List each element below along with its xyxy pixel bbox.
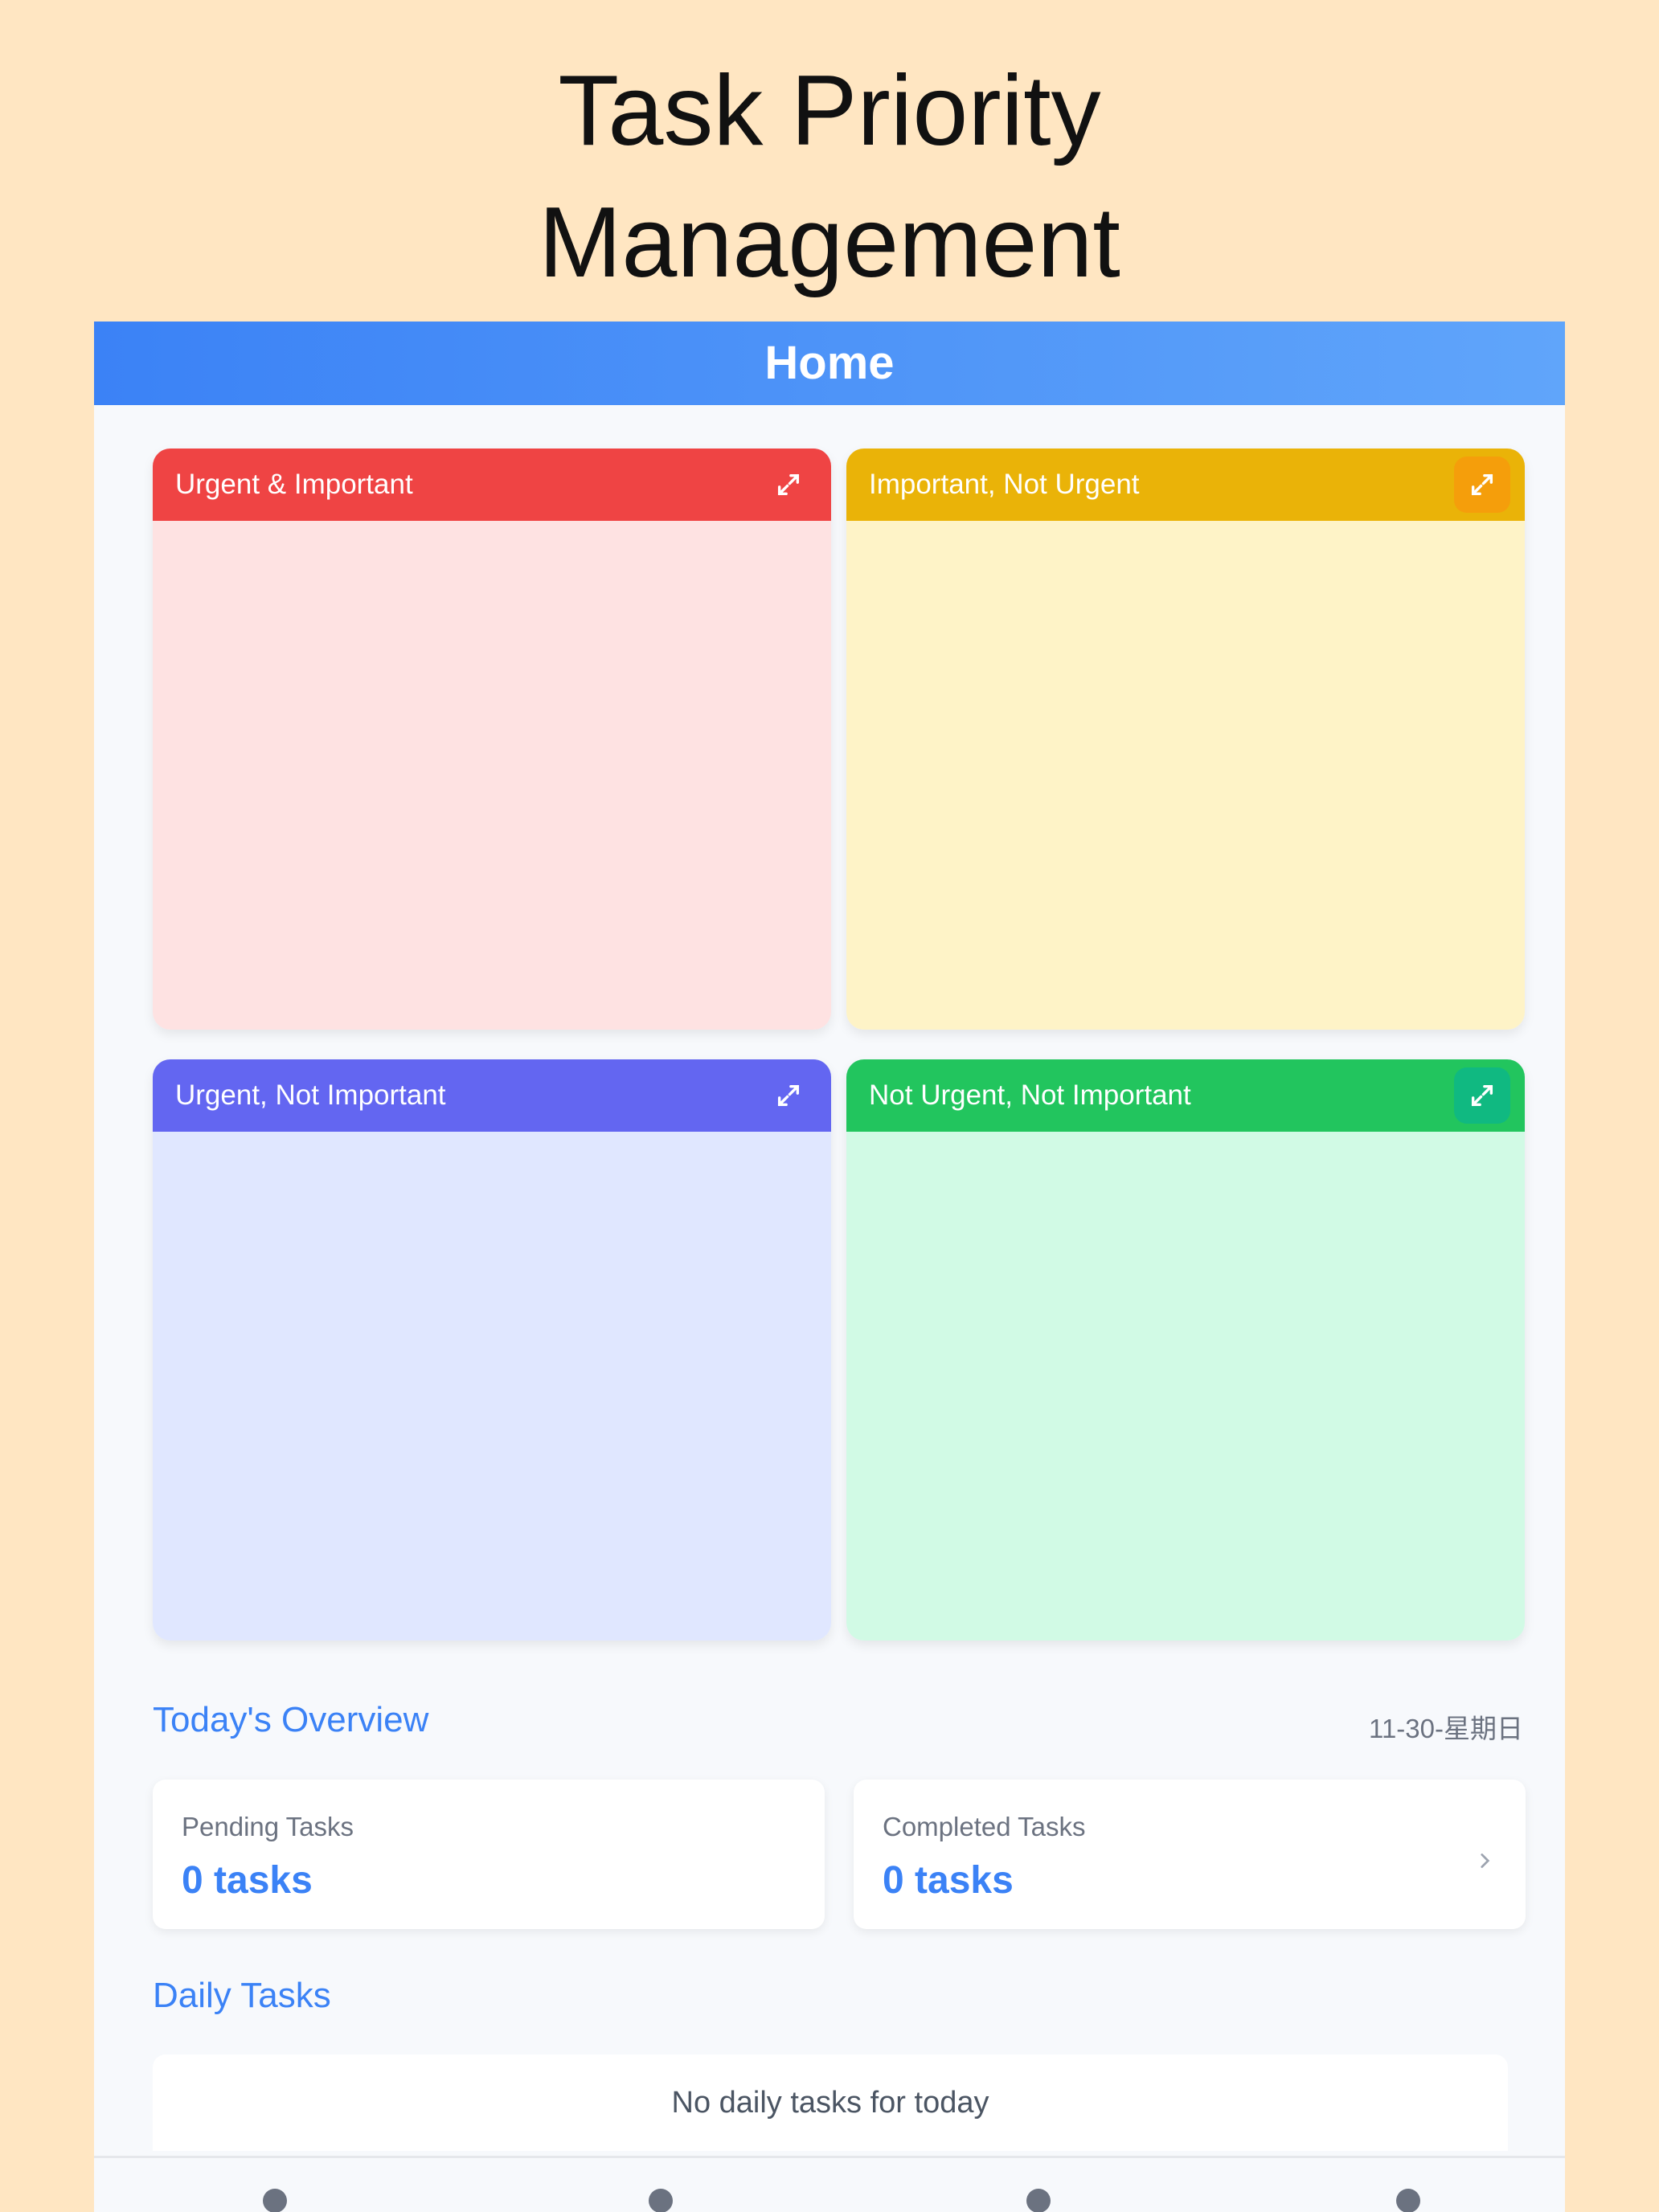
quadrant-body[interactable]	[846, 521, 1525, 1030]
quadrant-body[interactable]	[846, 1132, 1525, 1641]
chevron-right-icon	[1474, 1850, 1495, 1875]
more-icon[interactable]	[1396, 2189, 1420, 2212]
expand-icon[interactable]	[1454, 457, 1510, 513]
page-title: Task Priority Management	[539, 55, 1120, 298]
priority-matrix: Urgent & Important Important, Not Urgent…	[153, 449, 1525, 1641]
quadrant-important-not-urgent[interactable]: Important, Not Urgent	[846, 449, 1525, 1030]
expand-icon[interactable]	[760, 1067, 817, 1124]
home-icon[interactable]	[263, 2189, 287, 2212]
expand-icon[interactable]	[760, 457, 817, 513]
quadrant-body[interactable]	[153, 521, 831, 1030]
completed-tasks-card[interactable]: Completed Tasks 0 tasks	[854, 1780, 1526, 1929]
expand-icon[interactable]	[1454, 1067, 1510, 1124]
quadrant-label: Not Urgent, Not Important	[869, 1079, 1191, 1111]
quadrant-header: Important, Not Urgent	[846, 449, 1525, 521]
completed-tasks-label: Completed Tasks	[883, 1812, 1086, 1841]
overview-date: 11-30-星期日	[1369, 1714, 1523, 1743]
pending-tasks-label: Pending Tasks	[182, 1812, 354, 1841]
quadrant-header: Urgent, Not Important	[153, 1059, 831, 1132]
stats-icon[interactable]	[649, 2189, 673, 2212]
quadrant-label: Urgent & Important	[175, 469, 413, 500]
daily-tasks-title: Daily Tasks	[153, 1976, 331, 2015]
app-frame: Home Urgent & Important Important, Not U…	[94, 322, 1565, 2212]
app-bar: Home	[94, 322, 1565, 405]
quadrant-label: Urgent, Not Important	[175, 1079, 446, 1111]
bottom-nav	[94, 2156, 1565, 2212]
overview-title: Today's Overview	[153, 1700, 429, 1739]
add-icon[interactable]	[1026, 2189, 1051, 2212]
completed-tasks-value: 0 tasks	[883, 1859, 1014, 1902]
daily-tasks-empty-state: No daily tasks for today	[153, 2054, 1508, 2151]
quadrant-not-urgent-not-important[interactable]: Not Urgent, Not Important	[846, 1059, 1525, 1641]
pending-tasks-card[interactable]: Pending Tasks 0 tasks	[153, 1780, 825, 1929]
quadrant-header: Urgent & Important	[153, 449, 831, 521]
app-bar-title: Home	[764, 337, 895, 389]
quadrant-body[interactable]	[153, 1132, 831, 1641]
quadrant-urgent-not-important[interactable]: Urgent, Not Important	[153, 1059, 831, 1641]
daily-tasks-empty-text: No daily tasks for today	[671, 2086, 989, 2120]
quadrant-urgent-important[interactable]: Urgent & Important	[153, 449, 831, 1030]
quadrant-header: Not Urgent, Not Important	[846, 1059, 1525, 1132]
pending-tasks-value: 0 tasks	[182, 1859, 313, 1902]
quadrant-label: Important, Not Urgent	[869, 469, 1140, 500]
